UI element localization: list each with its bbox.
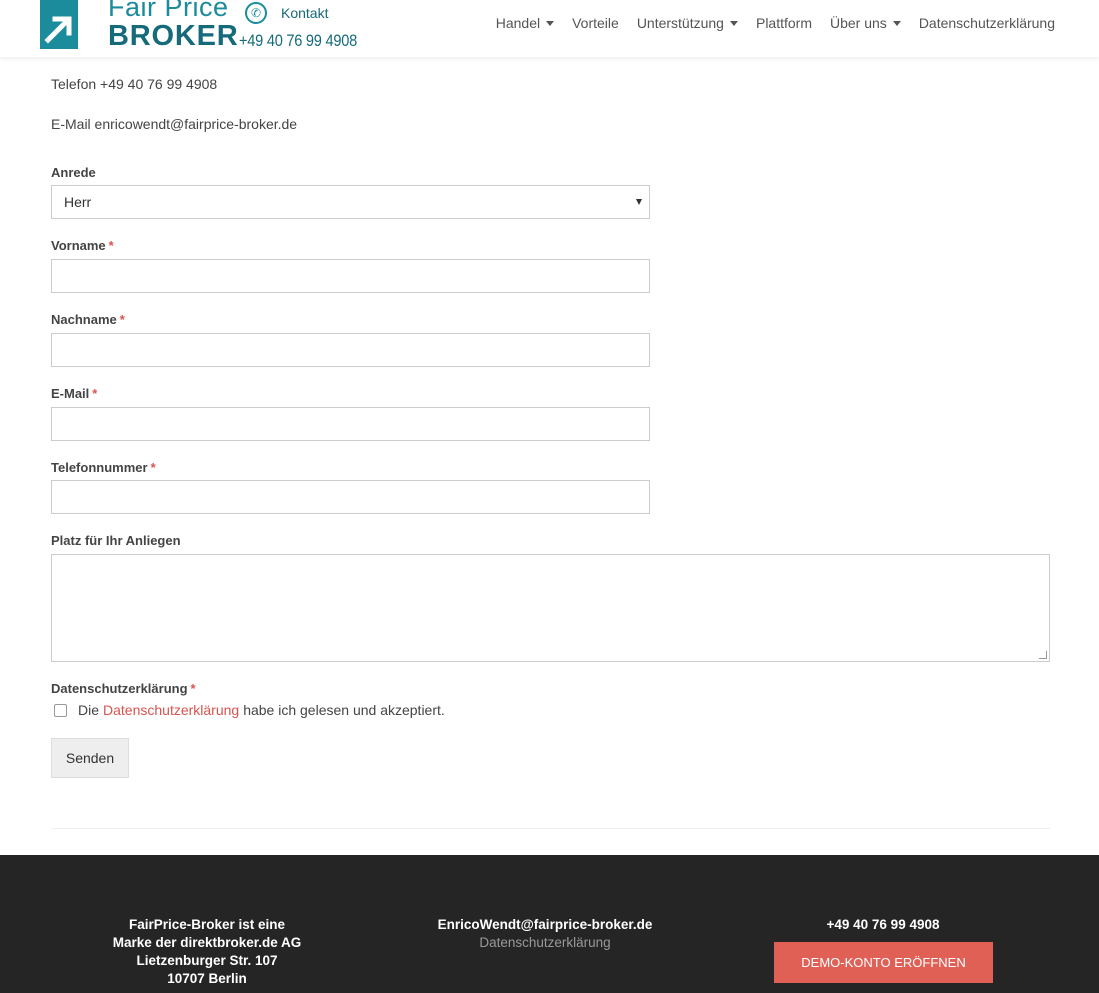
dropdown-arrow-icon: [636, 199, 642, 205]
logo-line2: BROKER: [108, 20, 239, 52]
nav-item-handel[interactable]: Handel: [487, 15, 563, 31]
vorname-input[interactable]: [51, 259, 650, 293]
nav-item-ueber-uns[interactable]: Über uns: [821, 15, 910, 31]
logo-line1: Fair Price: [108, 0, 229, 22]
site-logo[interactable]: Fair Price BROKER: [40, 0, 238, 51]
chevron-down-icon: [892, 20, 901, 26]
privacy-label: Datenschutzerklärung *: [51, 681, 196, 696]
vorname-label: Vorname *: [51, 238, 114, 253]
anrede-label: Anrede: [51, 165, 96, 180]
footer-email[interactable]: EnricoWendt@fairprice-broker.de: [420, 916, 670, 934]
contact-phone-info: Telefon +49 40 76 99 4908: [51, 76, 218, 92]
footer-contact: EnricoWendt@fairprice-broker.de Datensch…: [420, 916, 670, 952]
site-header: Fair Price BROKER ✆ Kontakt +49 40 76 99…: [0, 0, 1099, 57]
privacy-consent-row: Die Datenschutzerklärung habe ich gelese…: [51, 702, 445, 718]
email-input[interactable]: [51, 407, 650, 441]
logo-arrow-icon: [40, 0, 78, 50]
chevron-down-icon: [729, 20, 738, 26]
chevron-down-icon: [546, 20, 555, 26]
divider: [51, 828, 1050, 829]
nav-item-datenschutz[interactable]: Datenschutzerklärung: [910, 15, 1064, 31]
header-contact[interactable]: ✆ Kontakt +49 40 76 99 4908: [239, 0, 395, 56]
anliegen-textarea[interactable]: [51, 554, 1050, 662]
nav-item-plattform[interactable]: Plattform: [747, 15, 821, 31]
telefon-label: Telefonnummer *: [51, 460, 156, 475]
telefon-input[interactable]: [51, 480, 650, 514]
site-footer: FairPrice-Broker ist eine Marke der dire…: [0, 855, 1099, 993]
privacy-link[interactable]: Datenschutzerklärung: [103, 702, 239, 718]
anliegen-label: Platz für Ihr Anliegen: [51, 533, 181, 548]
contact-email-info: E-Mail enricowendt@fairprice-broker.de: [51, 116, 298, 132]
contact-label[interactable]: Kontakt: [281, 5, 328, 21]
submit-button[interactable]: Senden: [51, 738, 129, 778]
anrede-selected-value: Herr: [64, 194, 92, 210]
demo-account-button[interactable]: DEMO-KONTO ERÖFFNEN: [774, 942, 993, 983]
phone-icon: ✆: [245, 2, 267, 24]
privacy-checkbox[interactable]: [54, 703, 67, 717]
footer-privacy-link[interactable]: Datenschutzerklärung: [420, 934, 670, 952]
anrede-select[interactable]: Herr: [51, 185, 650, 219]
nav-item-unterstuetzung[interactable]: Unterstützung: [628, 15, 747, 31]
contact-phone[interactable]: +49 40 76 99 4908: [239, 31, 357, 51]
main-nav: Handel Vorteile Unterstützung Plattform …: [487, 15, 1064, 31]
footer-company: FairPrice-Broker ist eine Marke der dire…: [112, 917, 302, 986]
resize-handle-icon[interactable]: [1039, 651, 1047, 659]
nachname-label: Nachname *: [51, 312, 125, 327]
footer-phone[interactable]: +49 40 76 99 4908: [758, 916, 1008, 934]
email-label: E-Mail *: [51, 386, 98, 401]
nav-item-vorteile[interactable]: Vorteile: [563, 15, 628, 31]
nachname-input[interactable]: [51, 333, 650, 367]
